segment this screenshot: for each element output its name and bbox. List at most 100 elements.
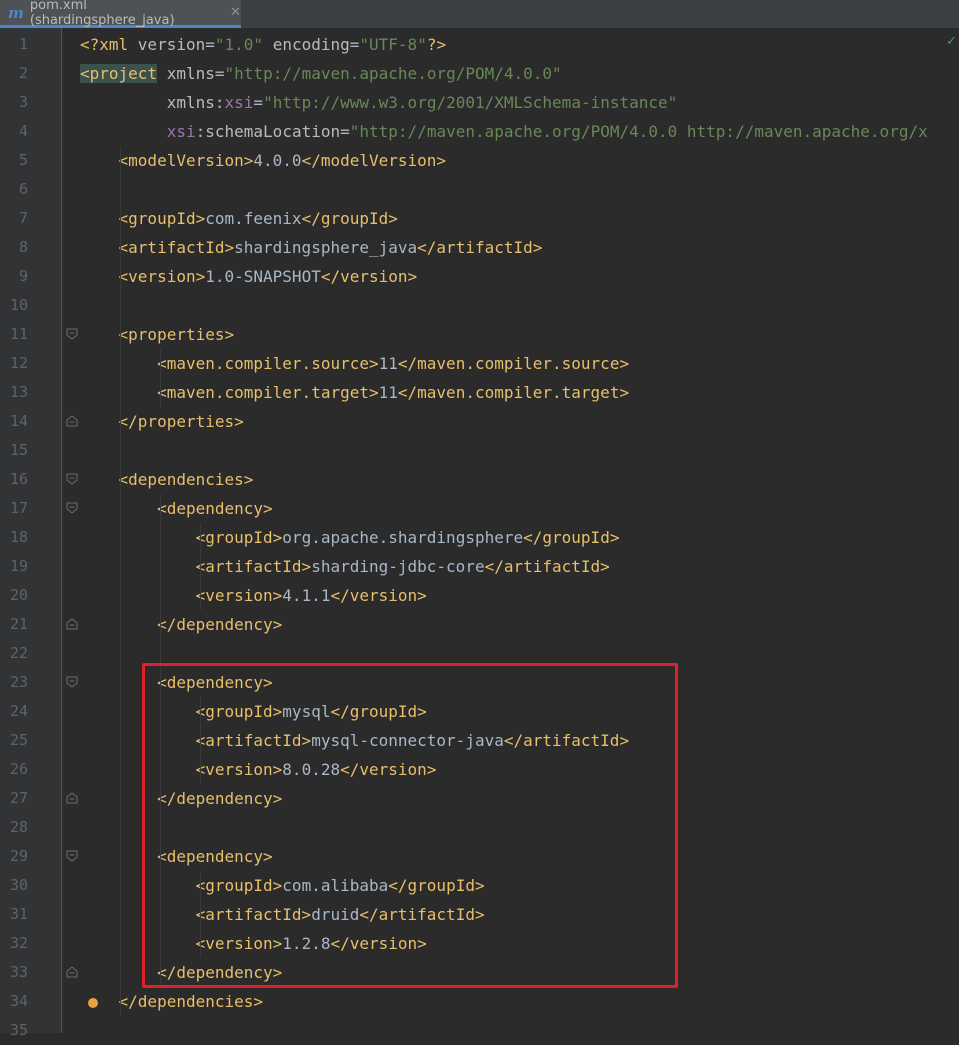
code-token: <groupId> [195, 528, 283, 547]
line-number: 1 [18, 35, 28, 53]
code-line[interactable]: 12 <maven.compiler.source>11</maven.comp… [0, 349, 959, 378]
code-text: xsi:schemaLocation="http://maven.apache.… [80, 117, 928, 146]
line-number: 20 [9, 586, 28, 604]
code-line[interactable]: 17 <dependency> [0, 494, 959, 523]
line-number: 18 [9, 528, 28, 546]
line-number: 25 [9, 731, 28, 749]
code-token: <groupId> [118, 209, 206, 228]
fold-close-icon[interactable] [66, 784, 78, 813]
line-number: 30 [9, 876, 28, 894]
code-token: <modelVersion> [118, 151, 254, 170]
fold-close-icon[interactable] [66, 610, 78, 639]
code-line[interactable]: 34 </dependencies> [0, 987, 959, 1016]
bulb-icon[interactable] [88, 998, 98, 1008]
close-icon[interactable]: ✕ [230, 5, 241, 20]
code-token: "1.0" [214, 35, 264, 54]
fold-open-icon[interactable] [66, 668, 78, 697]
code-token: < [80, 64, 90, 83]
code-token: <version> [195, 586, 283, 605]
line-number: 27 [9, 789, 28, 807]
line-number: 34 [9, 992, 28, 1010]
line-number: 6 [18, 180, 28, 198]
code-token: = [340, 122, 350, 141]
line-number: 31 [9, 905, 28, 923]
code-line[interactable]: 16 <dependencies> [0, 465, 959, 494]
code-token: </properties> [118, 412, 244, 431]
code-line[interactable]: 8 <artifactId>shardingsphere_java</artif… [0, 233, 959, 262]
code-text: <maven.compiler.source>11</maven.compile… [80, 349, 629, 378]
code-line[interactable]: 18 <groupId>org.apache.shardingsphere</g… [0, 523, 959, 552]
fold-open-icon[interactable] [66, 842, 78, 871]
code-token: </maven.compiler.source> [397, 354, 630, 373]
fold-close-icon[interactable] [66, 407, 78, 436]
code-line[interactable]: 7 <groupId>com.feenix</groupId> [0, 204, 959, 233]
code-text: <project xmlns="http://maven.apache.org/… [80, 59, 562, 88]
code-text: <dependencies> [80, 465, 254, 494]
code-line[interactable]: 5 <modelVersion>4.0.0</modelVersion> [0, 146, 959, 175]
code-token: xmlns [166, 64, 215, 83]
code-token: 4.0.0 [253, 151, 302, 170]
code-editor[interactable]: 1 <?xml version="1.0" encoding="UTF-8"?> 2… [0, 28, 959, 1039]
line-number: 21 [9, 615, 28, 633]
fold-open-icon[interactable] [66, 465, 78, 494]
code-line[interactable]: 2 <project xmlns="http://maven.apache.org… [0, 59, 959, 88]
line-number: 9 [18, 267, 28, 285]
code-line[interactable]: 1 <?xml version="1.0" encoding="UTF-8"?> [0, 30, 959, 59]
tab-pom-xml[interactable]: m pom.xml (shardingsphere_java) ✕ [0, 0, 241, 28]
code-token: <maven.compiler.target> [157, 383, 379, 402]
fold-open-icon[interactable] [66, 494, 78, 523]
code-text: <maven.compiler.target>11</maven.compile… [80, 378, 629, 407]
code-line[interactable]: 13 <maven.compiler.target>11</maven.comp… [0, 378, 959, 407]
code-token: </dependency> [157, 615, 283, 634]
code-line[interactable]: 10 [0, 291, 959, 320]
code-line[interactable]: 4 xsi:schemaLocation="http://maven.apach… [0, 117, 959, 146]
line-number: 7 [18, 209, 28, 227]
code-token: : [195, 122, 206, 141]
code-line[interactable]: 15 [0, 436, 959, 465]
line-number: 17 [9, 499, 28, 517]
code-token: <version> [118, 267, 206, 286]
code-token: schemaLocation [205, 122, 341, 141]
fold-open-icon[interactable] [66, 320, 78, 349]
code-line[interactable]: 14 </properties> [0, 407, 959, 436]
code-text: <groupId>com.feenix</groupId> [80, 204, 398, 233]
indent-guide [160, 349, 161, 407]
fold-close-icon[interactable] [66, 958, 78, 987]
code-token: = [349, 35, 360, 54]
code-text: <artifactId>shardingsphere_java</artifac… [80, 233, 543, 262]
line-number: 29 [9, 847, 28, 865]
code-token: project [89, 64, 158, 83]
line-number: 19 [9, 557, 28, 575]
line-number: 3 [18, 93, 28, 111]
code-token: = [205, 35, 215, 54]
code-token: <dependencies> [118, 470, 254, 489]
code-text: xmlns:xsi="http://www.w3.org/2001/XMLSch… [80, 88, 678, 117]
code-line[interactable]: 35 [0, 1016, 959, 1045]
code-token: </groupId> [523, 528, 620, 547]
line-number: 4 [18, 122, 28, 140]
editor-tab-bar: m pom.xml (shardingsphere_java) ✕ [0, 0, 959, 29]
code-line[interactable]: 6 [0, 175, 959, 204]
code-line[interactable]: 11 <properties> [0, 320, 959, 349]
code-line[interactable]: 19 <artifactId>sharding-jdbc-core</artif… [0, 552, 959, 581]
code-token: </maven.compiler.target> [397, 383, 630, 402]
line-number: 22 [9, 644, 28, 662]
code-line[interactable]: 21 </dependency> [0, 610, 959, 639]
code-line[interactable]: 9 <version>1.0-SNAPSHOT</version> [0, 262, 959, 291]
code-text: <?xml version="1.0" encoding="UTF-8"?> [80, 30, 446, 59]
code-line[interactable]: 3 xmlns:xsi="http://www.w3.org/2001/XMLS… [0, 88, 959, 117]
line-number: 26 [9, 760, 28, 778]
line-number: 33 [9, 963, 28, 981]
code-line[interactable]: 20 <version>4.1.1</version> [0, 581, 959, 610]
highlight-box [142, 663, 678, 988]
